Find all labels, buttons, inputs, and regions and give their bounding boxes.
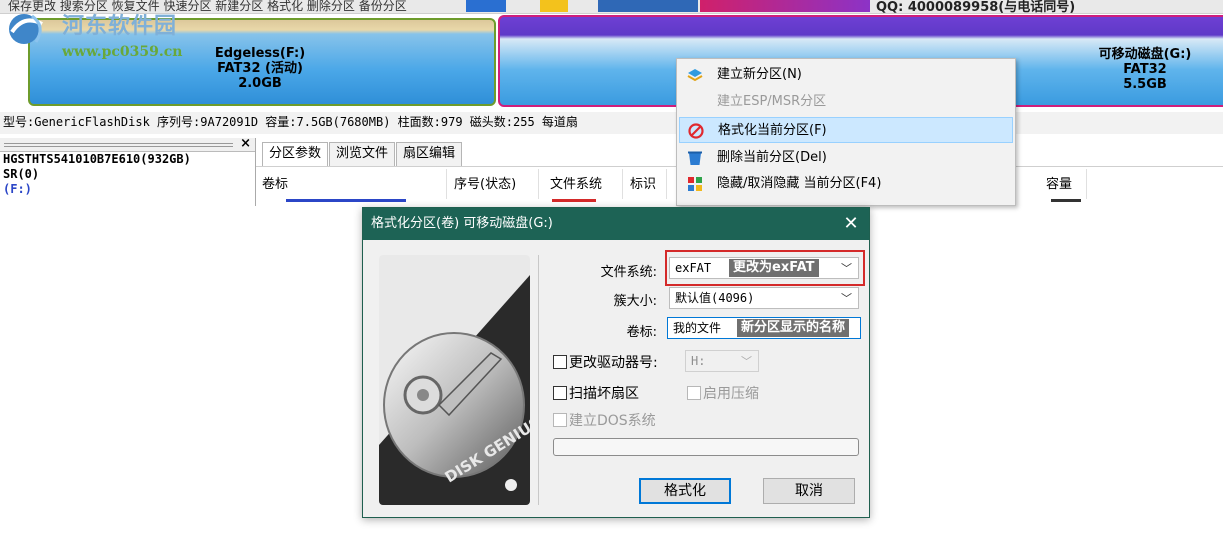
enable-compression-label: 启用压缩 — [703, 386, 759, 402]
change-drive-label: 更改驱动器号: — [569, 355, 658, 371]
filesystem-label: 文件系统: — [600, 265, 657, 280]
cancel-button[interactable]: 取消 — [763, 478, 855, 504]
main-toolbar: 保存更改 搜索分区 恢复文件 快速分区 新建分区 格式化 删除分区 备份分区 Q… — [0, 0, 1223, 14]
disk-tree-pane: × HGSTHTS541010B7E610(932GB) SR(0) (F:) — [0, 136, 256, 206]
pane-close-icon[interactable]: × — [240, 136, 251, 151]
column-fs[interactable]: 文件系统 — [550, 173, 602, 192]
volume-label-label: 卷标: — [626, 325, 657, 340]
tab-sector-edit[interactable]: 扇区编辑 — [396, 142, 463, 166]
partition-f-size: 2.0GB — [238, 76, 282, 91]
checkbox-box[interactable] — [687, 386, 701, 400]
checkbox-box[interactable] — [553, 413, 567, 427]
dialog-title: 格式化分区(卷) 可移动磁盘(G:) — [363, 208, 869, 240]
drive-letter-select[interactable]: H: ﹀ — [685, 350, 759, 372]
qq-contact-text: QQ: 4000089958(与电话同号) — [876, 0, 1076, 14]
partition-context-menu: 建立新分区(N) 建立ESP/MSR分区 格式化当前分区(F) 删除当前分区(D… — [676, 58, 1016, 206]
dialog-separator — [538, 255, 539, 505]
cluster-size-value: 默认值(4096) — [675, 291, 755, 305]
scan-bad-sectors-checkbox[interactable]: 扫描坏扇区 — [553, 385, 639, 403]
volume-label-value: 我的文件 — [673, 321, 722, 335]
filesystem-annotation: 更改为exFAT — [729, 259, 819, 277]
hard-disk-icon: DISK GENIUS — [379, 255, 530, 505]
hide-icon — [688, 177, 702, 191]
tab-partition-params[interactable]: 分区参数 — [262, 142, 329, 166]
pane-grip[interactable] — [4, 143, 233, 147]
partition-f-name: Edgeless(F:) — [214, 46, 306, 61]
partition-f-label: Edgeless(F:) FAT32 (活动) 2.0GB — [160, 46, 360, 91]
screenshot: 保存更改 搜索分区 恢复文件 快速分区 新建分区 格式化 删除分区 备份分区 Q… — [0, 0, 1223, 549]
toolbar-icon[interactable] — [540, 0, 568, 12]
watermark-logo-icon — [9, 14, 43, 44]
chevron-down-icon: ﹀ — [841, 292, 852, 305]
disk-genius-image: DISK GENIUS — [379, 255, 530, 505]
column-id[interactable]: 标识 — [630, 173, 656, 192]
filesystem-value: exFAT — [675, 261, 712, 275]
menu-item-esp-msr[interactable]: 建立ESP/MSR分区 — [679, 89, 1013, 115]
toolbar-icon[interactable] — [598, 0, 698, 12]
column-volume[interactable]: 卷标 — [262, 173, 288, 192]
checkbox-box[interactable] — [553, 355, 567, 369]
build-dos-label: 建立DOS系统 — [569, 413, 656, 429]
drive-letter-value: H: — [691, 354, 706, 368]
partition-g-name: 可移动磁盘(G:) — [1098, 47, 1192, 62]
format-icon — [688, 123, 704, 139]
column-capacity[interactable]: 容量 — [1046, 173, 1072, 192]
enable-compression-checkbox[interactable]: 启用压缩 — [687, 385, 759, 403]
disk-info-line: 型号:GenericFlashDisk 序列号:9A72091D 容量:7.5G… — [0, 112, 1223, 134]
delete-icon — [688, 151, 702, 165]
toolbar-icon[interactable] — [466, 0, 506, 12]
menu-item-label: 建立新分区(N) — [717, 67, 802, 82]
menu-item-format[interactable]: 格式化当前分区(F) — [679, 117, 1013, 143]
menu-item-label: 隐藏/取消隐藏 当前分区(F4) — [717, 176, 882, 191]
menu-item-delete[interactable]: 删除当前分区(Del) — [679, 145, 1013, 171]
format-button[interactable]: 格式化 — [639, 478, 731, 504]
cluster-size-label: 簇大小: — [613, 294, 657, 309]
tab-bar: 分区参数 浏览文件 扇区编辑 — [262, 142, 463, 166]
build-dos-checkbox[interactable]: 建立DOS系统 — [553, 412, 656, 430]
tab-browse-files[interactable]: 浏览文件 — [329, 142, 396, 166]
volume-label-annotation: 新分区显示的名称 — [737, 319, 850, 337]
new-partition-icon — [687, 69, 703, 82]
chevron-down-icon: ﹀ — [841, 262, 852, 275]
partition-g-fs: FAT32 — [1123, 62, 1167, 77]
toolbar-banner — [700, 0, 870, 12]
cluster-size-select[interactable]: 默认值(4096) ﹀ — [669, 287, 859, 309]
column-seq[interactable]: 序号(状态) — [454, 173, 516, 192]
tree-pane-header[interactable]: × — [0, 136, 255, 152]
format-partition-dialog: 格式化分区(卷) 可移动磁盘(G:) ✕ DISK GENIUS 文件系统: e… — [362, 207, 870, 518]
tree-item-disk0[interactable]: HGSTHTS541010B7E610(932GB) — [0, 152, 255, 167]
change-drive-checkbox[interactable]: 更改驱动器号: — [553, 354, 658, 372]
partition-g-size: 5.5GB — [1123, 77, 1167, 92]
checkbox-box[interactable] — [553, 386, 567, 400]
partition-g-label: 可移动磁盘(G:) FAT32 5.5GB — [1080, 47, 1210, 92]
menu-item-new-partition[interactable]: 建立新分区(N) — [679, 62, 1013, 88]
close-icon[interactable]: ✕ — [833, 208, 869, 240]
chevron-down-icon: ﹀ — [741, 355, 752, 368]
tree-item-mbr[interactable]: SR(0) — [0, 167, 255, 182]
menu-item-hide[interactable]: 隐藏/取消隐藏 当前分区(F4) — [679, 171, 1013, 197]
watermark-name: 河东软件园 — [62, 13, 178, 39]
menu-item-label: 建立ESP/MSR分区 — [717, 94, 827, 109]
scan-bad-sectors-label: 扫描坏扇区 — [569, 386, 639, 402]
format-progress-bar — [553, 438, 859, 456]
menu-item-label: 删除当前分区(Del) — [717, 150, 827, 165]
menu-item-label: 格式化当前分区(F) — [718, 123, 827, 138]
partition-f-fs: FAT32 (活动) — [217, 61, 303, 76]
watermark-url: www.pc0359.cn — [62, 44, 183, 60]
tree-item-partition[interactable]: (F:) — [0, 182, 255, 197]
